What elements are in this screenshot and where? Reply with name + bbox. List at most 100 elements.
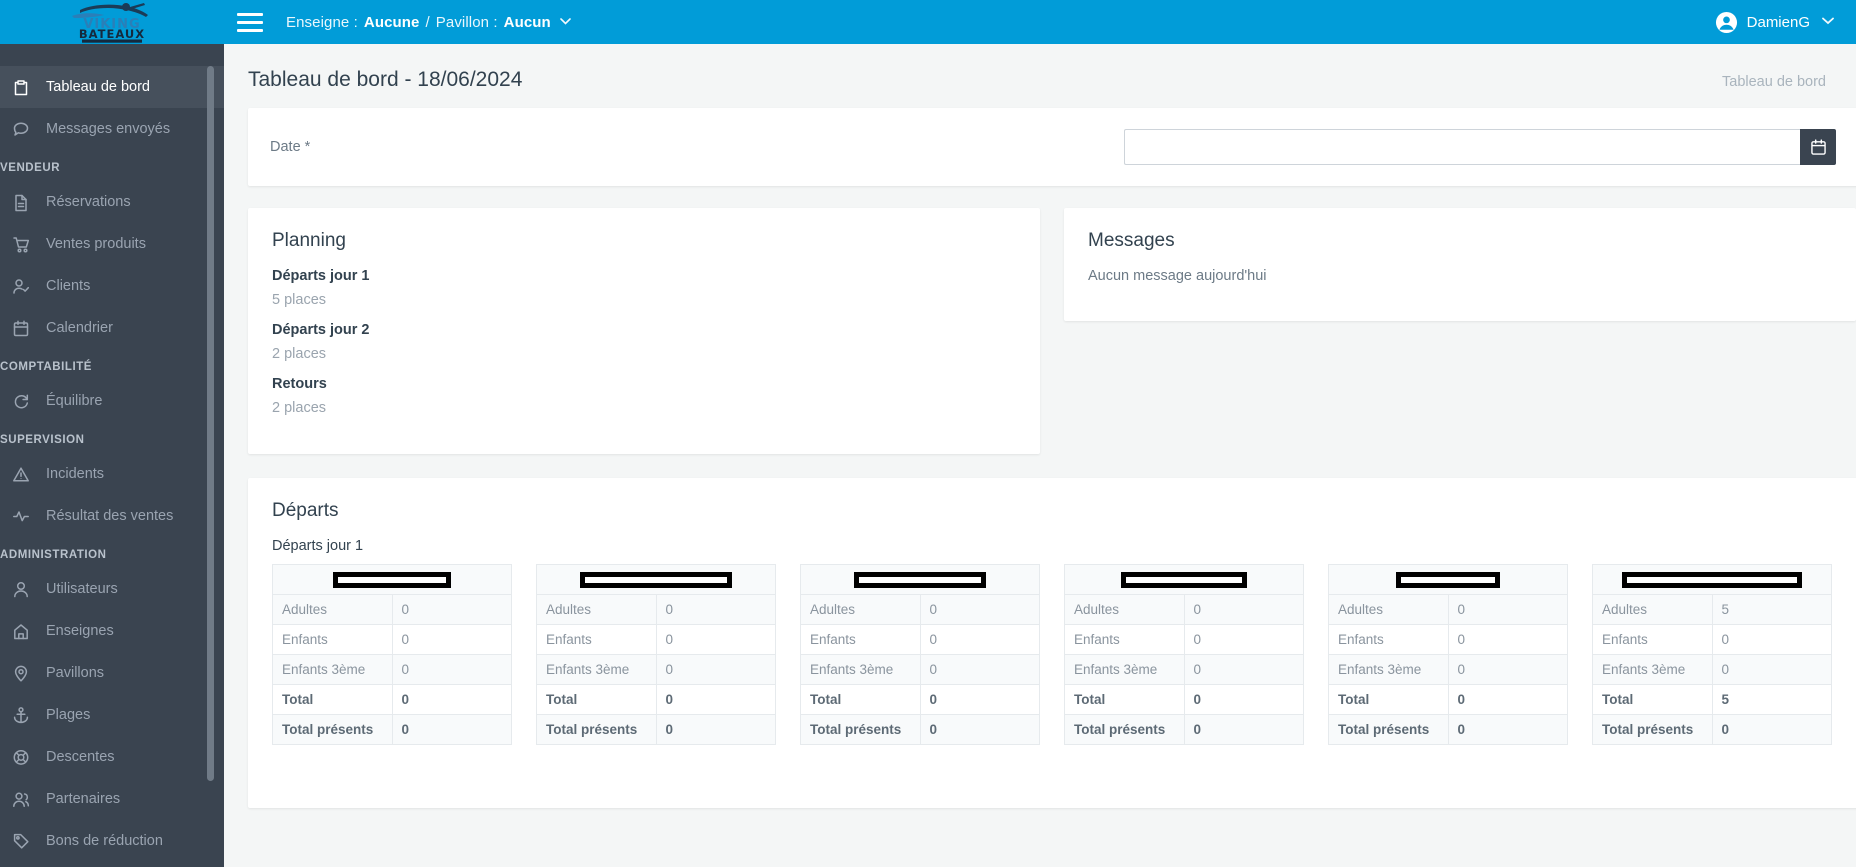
departs-row-value: 0 (919, 654, 1040, 685)
date-input[interactable] (1124, 129, 1800, 165)
sidebar-item-ventes-produits[interactable]: Ventes produits (0, 223, 224, 265)
viking-bateaux-logo-icon: VIKING BATEAUX (72, 3, 148, 43)
planning-title: Planning (272, 230, 346, 251)
table-row: Enfants 0 (1328, 624, 1568, 655)
departs-row-value: 0 (391, 684, 512, 715)
departs-row-value: 0 (655, 624, 776, 655)
sidebar-item-label: Ventes produits (46, 236, 146, 252)
sidebar-item-label: Incidents (46, 466, 105, 482)
departs-row-label: Total présents (536, 714, 657, 745)
table-row: Enfants 3ème 0 (1592, 654, 1832, 685)
departs-row-label: Enfants 3ème (1064, 654, 1185, 685)
departs-row-label: Total (272, 684, 393, 715)
departs-row-label: Total présents (1592, 714, 1713, 745)
sidebar-item-calendrier[interactable]: Calendrier (0, 307, 224, 349)
sidebar-item-label: Messages envoyés (46, 121, 171, 137)
date-field-group (1124, 129, 1836, 165)
sidebar-item-reservations[interactable]: Réservations (0, 181, 224, 223)
sidebar-item-incidents[interactable]: Incidents (0, 453, 224, 495)
sidebar-scrollbar-track[interactable] (207, 44, 219, 867)
table-row: Total 0 (1064, 684, 1304, 715)
enseigne-prefix-label: Enseigne : (286, 13, 358, 31)
sidebar-scrollbar-thumb[interactable] (207, 66, 214, 781)
calendar-icon (12, 319, 38, 338)
planning-card: Planning Départs jour 15 places Départs j… (248, 208, 1040, 454)
sidebar-item-label: Réservations (46, 194, 131, 210)
departs-row-label: Total présents (800, 714, 921, 745)
departs-row-label: Adultes (1592, 594, 1713, 625)
sidebar-item-enseignes[interactable]: Enseignes (0, 610, 224, 652)
users-icon (12, 790, 38, 809)
table-row: Enfants 3ème 0 (800, 654, 1040, 685)
table-row: Enfants 3ème 0 (1328, 654, 1568, 685)
table-row: Enfants 3ème 0 (1064, 654, 1304, 685)
sidebar-item-resultat-des-ventes[interactable]: Résultat des ventes (0, 495, 224, 537)
departs-tables-row: Adultes 0 Enfants 0 Enfants 3ème 0 Total 0 Total… (272, 564, 1836, 745)
departs-table-header-cell (1328, 564, 1568, 595)
departs-row-label: Total (1064, 684, 1185, 715)
sidebar-item-bons-de-reduction[interactable]: Bons de réduction (0, 820, 224, 862)
table-row: Enfants 0 (272, 624, 512, 655)
table-row: Enfants 3ème 0 (536, 654, 776, 685)
departs-table-header-cell (272, 564, 512, 595)
departs-row-label: Total (1592, 684, 1713, 715)
sidebar-item-partenaires[interactable]: Partenaires (0, 778, 224, 820)
sidebar-item-descentes[interactable]: Descentes (0, 736, 224, 778)
sidebar-item-messages-envoyes[interactable]: Messages envoyés (0, 108, 224, 150)
redacted-label-box (1622, 571, 1802, 588)
pavillon-value: Aucun (503, 13, 551, 31)
departs-row-label: Enfants 3ème (536, 654, 657, 685)
date-picker-button[interactable] (1800, 129, 1836, 165)
departs-row-label: Total (800, 684, 921, 715)
departs-row-value: 0 (391, 624, 512, 655)
departs-row-label: Enfants (272, 624, 393, 655)
top-bar: VIKING BATEAUX Enseigne : Aucune / Pavil… (0, 0, 1856, 44)
sidebar-item-plages[interactable]: Plages (0, 694, 224, 736)
sidebar-item-label: Pavillons (46, 665, 105, 681)
departs-subtitle: Départs jour 1 (272, 538, 364, 554)
context-separator: / (425, 13, 430, 31)
date-filter-card: Date * (248, 108, 1856, 186)
sidebar-item-pavillons[interactable]: Pavillons (0, 652, 224, 694)
document-icon (12, 193, 38, 212)
departs-row-label: Enfants 3ème (800, 654, 921, 685)
departs-row-label: Total (1328, 684, 1449, 715)
table-row: Total 0 (1328, 684, 1568, 715)
table-row: Enfants 0 (800, 624, 1040, 655)
refresh-icon (12, 392, 38, 411)
map-pin-icon (12, 664, 38, 683)
table-row: Total 0 (800, 684, 1040, 715)
sidebar-item-label: Descentes (46, 749, 115, 765)
departs-row-label: Enfants (800, 624, 921, 655)
departs-row-value: 0 (1183, 684, 1304, 715)
messages-title: Messages (1088, 230, 1175, 251)
departs-table-header-cell (536, 564, 776, 595)
departs-row-value: 0 (391, 714, 512, 745)
table-row: Adultes 5 (1592, 594, 1832, 625)
departs-row-label: Enfants 3ème (1592, 654, 1713, 685)
hamburger-menu-icon[interactable] (228, 0, 272, 44)
user-menu[interactable]: DamienG (1715, 11, 1834, 34)
departs-table: Adultes 0 Enfants 0 Enfants 3ème 0 Total 0 Total… (1328, 564, 1568, 745)
sidebar-item-clients[interactable]: Clients (0, 265, 224, 307)
sidebar-item-utilisateurs[interactable]: Utilisateurs (0, 568, 224, 610)
departs-row-label: Adultes (536, 594, 657, 625)
enseigne-pavillon-selector[interactable]: Enseigne : Aucune / Pavillon : Aucun (286, 14, 571, 31)
home-icon (12, 622, 38, 641)
sidebar-item-tableau-de-bord[interactable]: Tableau de bord (0, 66, 224, 108)
departs-row-value: 0 (391, 654, 512, 685)
planning-rows: Départs jour 1 5 places Départs jour 2 2 pl… (272, 268, 1016, 416)
brand-logo[interactable]: VIKING BATEAUX (0, 0, 224, 44)
departs-row-label: Enfants (1592, 624, 1713, 655)
date-field-label: Date * (270, 139, 311, 155)
sidebar-item-equilibre[interactable]: Équilibre (0, 380, 224, 422)
departs-table: Adultes 5 Enfants 0 Enfants 3ème 0 Total 5 Total… (1592, 564, 1832, 745)
sidebar-item-label: Bons de réduction (46, 833, 163, 849)
page-header: Tableau de bord - 18/06/2024 Tableau de … (224, 44, 1856, 100)
departs-row-value: 0 (1711, 624, 1832, 655)
table-row: Enfants 0 (1592, 624, 1832, 655)
sidebar: Tableau de bord Messages envoyés VENDEUR Ré… (0, 44, 224, 867)
table-row: Adultes 0 (1064, 594, 1304, 625)
sidebar-item-label: Enseignes (46, 623, 114, 639)
planning-row-places: 2 places (272, 400, 327, 416)
